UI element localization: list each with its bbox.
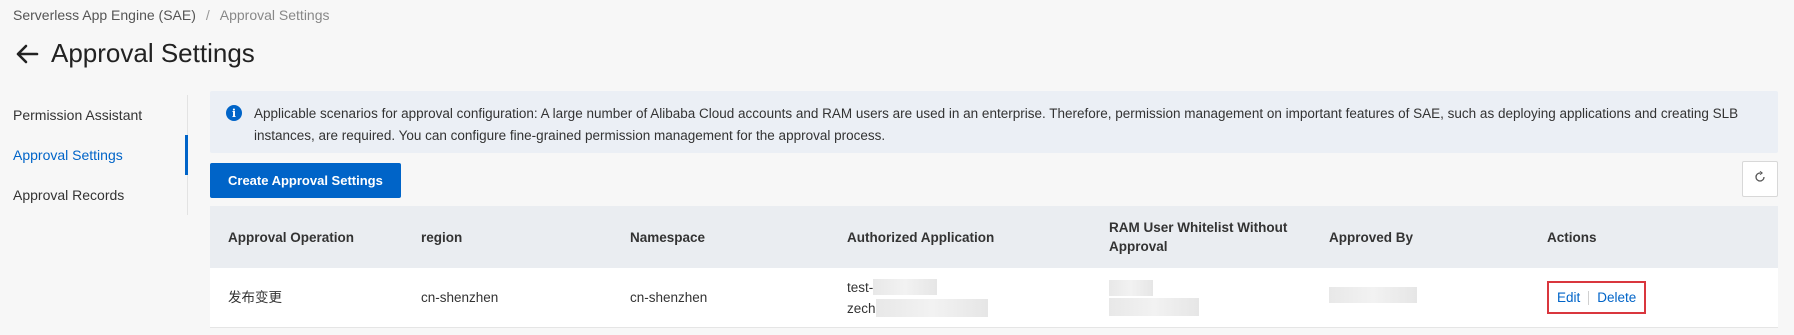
cell-approved-by bbox=[1329, 287, 1547, 308]
page-title: Approval Settings bbox=[51, 38, 255, 68]
column-header: Actions bbox=[1547, 229, 1597, 245]
refresh-icon bbox=[1754, 170, 1766, 188]
approval-settings-page: Serverless App Engine (SAE) / Approval S… bbox=[0, 0, 1794, 335]
sidebar-item-approval-settings[interactable]: Approval Settings bbox=[0, 135, 188, 175]
sidebar-item-label: Approval Settings bbox=[13, 147, 123, 163]
column-header: Authorized Application bbox=[847, 229, 995, 245]
create-approval-settings-button[interactable]: Create Approval Settings bbox=[210, 163, 401, 198]
info-notice: i Applicable scenarios for approval conf… bbox=[210, 91, 1778, 153]
app-name-line1: test- bbox=[847, 279, 874, 295]
cell-region: cn-shenzhen bbox=[421, 290, 499, 305]
approval-table: Approval Operation region Namespace Auth… bbox=[210, 206, 1778, 328]
redacted-block bbox=[875, 299, 988, 317]
cell-operation: 发布变更 bbox=[228, 290, 282, 305]
column-header: Approved By bbox=[1329, 229, 1414, 245]
breadcrumb: Serverless App Engine (SAE) / Approval S… bbox=[13, 7, 330, 23]
info-icon: i bbox=[226, 105, 242, 121]
sidebar-item-label: Approval Records bbox=[13, 187, 125, 203]
cell-actions: Edit Delete bbox=[1547, 281, 1778, 314]
redacted-block bbox=[1109, 279, 1153, 296]
refresh-button[interactable] bbox=[1742, 161, 1778, 197]
back-arrow-icon[interactable] bbox=[13, 40, 41, 68]
breadcrumb-current: Approval Settings bbox=[219, 7, 330, 23]
column-header: Namespace bbox=[630, 229, 706, 245]
redacted-block bbox=[1329, 287, 1417, 303]
breadcrumb-root[interactable]: Serverless App Engine (SAE) bbox=[13, 7, 196, 23]
table-row: 发布变更 cn-shenzhen cn-shenzhen test- zech bbox=[210, 268, 1778, 328]
actions-highlight: Edit Delete bbox=[1547, 281, 1647, 314]
cell-ram-whitelist bbox=[1109, 279, 1329, 316]
toolbar: Create Approval Settings bbox=[210, 153, 1778, 206]
title-row: Approval Settings bbox=[13, 38, 255, 69]
column-header: Approval Operation bbox=[228, 229, 355, 245]
cell-namespace: cn-shenzhen bbox=[630, 290, 708, 305]
table-header: Approval Operation region Namespace Auth… bbox=[210, 206, 1778, 268]
sidebar-item-approval-records[interactable]: Approval Records bbox=[0, 175, 188, 215]
sidebar-item-permission-assistant[interactable]: Permission Assistant bbox=[0, 95, 188, 135]
notice-text: Applicable scenarios for approval config… bbox=[254, 106, 1739, 143]
edit-link[interactable]: Edit bbox=[1557, 288, 1580, 307]
column-header: RAM User Whitelist Without Approval bbox=[1109, 220, 1288, 254]
redacted-block bbox=[873, 279, 938, 295]
column-header: region bbox=[421, 229, 463, 245]
redacted-block bbox=[1109, 297, 1199, 316]
sidebar-item-label: Permission Assistant bbox=[13, 107, 143, 123]
action-divider bbox=[1588, 290, 1590, 305]
cell-authorized-application: test- zech bbox=[847, 278, 1109, 318]
main-content: i Applicable scenarios for approval conf… bbox=[210, 91, 1778, 328]
app-name-line2: zech bbox=[847, 300, 876, 316]
breadcrumb-separator: / bbox=[205, 7, 210, 23]
side-nav: Permission Assistant Approval Settings A… bbox=[0, 95, 188, 215]
delete-link[interactable]: Delete bbox=[1597, 288, 1636, 307]
